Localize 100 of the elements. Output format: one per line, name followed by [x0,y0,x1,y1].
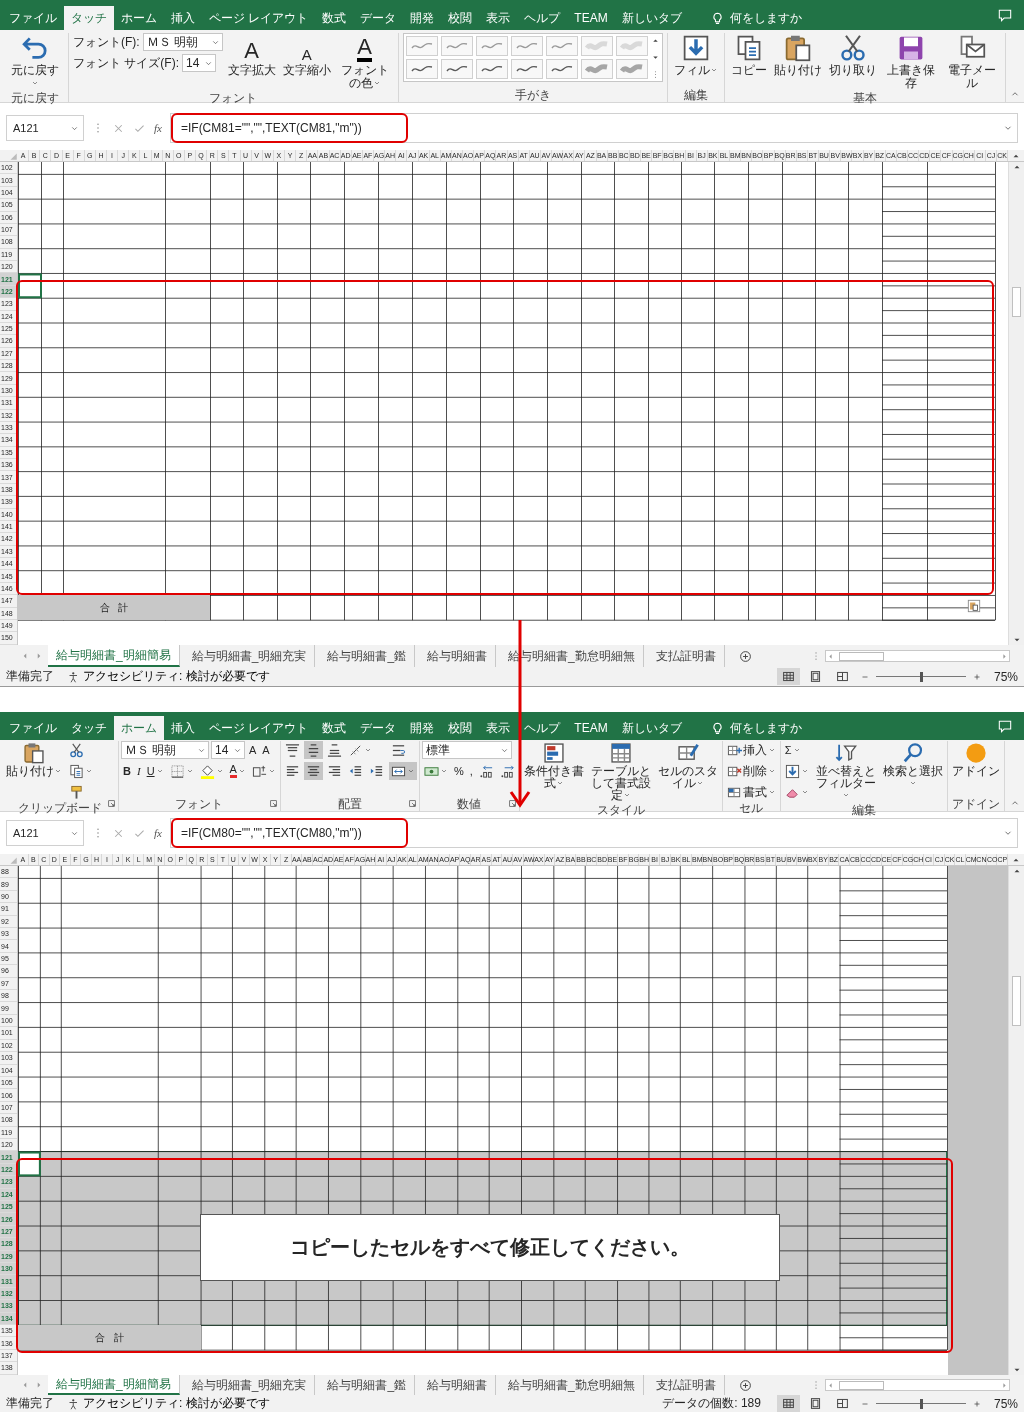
font-color-button[interactable]: A [227,762,248,780]
accessibility-button[interactable]: アクセシビリティ: 検討が必要です [68,668,270,685]
active-cell[interactable] [18,273,42,299]
align-center-button[interactable] [303,762,323,780]
paste-options-icon[interactable] [967,599,981,613]
font-color-button[interactable]: A フォントの色 [335,33,394,92]
dropdown-field[interactable]: ＭＳ 明朝 [142,33,223,51]
dialog-launcher-icon[interactable] [507,799,517,808]
ribbon-tab[interactable]: 開発 [403,6,442,30]
formula-bar[interactable]: =IF(CM81="","",TEXT(CM81,"m")) [169,113,1018,143]
zoom-level[interactable]: 75% [993,1396,1018,1411]
ribbon-tab[interactable]: 数式 [315,6,354,30]
tell-me-button[interactable]: 何をしますか [700,6,812,30]
fill-button[interactable]: フィル [671,33,720,79]
format-as-table-button[interactable]: テーブルとして書式設定 [588,741,653,803]
ribbon-tab[interactable]: データ [353,716,404,740]
cell-styles-button[interactable]: セルのスタイル [655,741,720,791]
ribbon-tab[interactable]: TEAM [567,6,615,30]
scroll-thumb[interactable] [1012,976,1021,1026]
accessibility-button[interactable]: アクセシビリティ: 検討が必要です [68,1395,270,1412]
pen-button[interactable] [615,59,648,79]
active-cell[interactable] [18,1151,41,1177]
ribbon-tab[interactable]: ホーム [114,6,164,30]
pen-button[interactable] [545,36,578,56]
zoom-thumb[interactable] [919,1398,923,1409]
vertical-scrollbar[interactable] [1008,866,1024,1375]
pen-button[interactable] [475,59,508,79]
conditional-format-button[interactable]: 条件付き書式 [521,741,586,791]
add-ins-button[interactable]: アドイン [949,741,1002,779]
undo-button[interactable]: 元に戻す [6,33,64,92]
vertical-scrollbar[interactable] [1008,162,1024,645]
ribbon-tab[interactable]: TEAM [567,716,615,740]
find-select-button[interactable]: 検索と選択 [880,741,945,791]
ribbon-tab[interactable]: ホーム [114,716,164,740]
paste-button[interactable]: 貼り付け [4,741,64,779]
ribbon-tab[interactable]: 校閲 [441,716,480,740]
pen-button[interactable] [405,59,438,79]
underline-button[interactable]: U [144,762,166,780]
pen-button[interactable] [510,36,543,56]
dialog-launcher-icon[interactable] [407,799,417,808]
save-button[interactable]: 上書き保存 [881,33,940,92]
autosum-button[interactable]: Σ [782,741,811,759]
email-button[interactable]: 電子メール [942,33,1001,92]
pen-button[interactable] [405,36,438,56]
merge-button[interactable] [388,762,417,780]
add-sheet-icon[interactable] [738,1378,752,1392]
comma-button[interactable]: , [467,762,475,780]
scroll-thumb[interactable] [1012,287,1021,317]
pen-button[interactable] [510,59,543,79]
tell-me-button[interactable]: 何をしますか [700,716,812,740]
ribbon-tab[interactable]: ヘルプ [517,716,568,740]
decrease-font-button[interactable]: A [260,741,272,759]
bold-button[interactable]: B [121,762,133,780]
pen-button[interactable] [545,59,578,79]
increase-font-button[interactable]: A [247,741,259,759]
horizontal-scrollbar[interactable] [825,1379,1010,1391]
pen-button[interactable] [440,59,473,79]
italic-button[interactable]: I [134,762,143,780]
paste-button[interactable]: 貼り付け [771,33,824,79]
dropdown-field[interactable]: 標準 [421,741,512,759]
cut-button[interactable]: 切り取り [826,33,879,79]
ribbon-tab[interactable]: 校閲 [441,6,480,30]
dropdown-field[interactable]: 14 [182,54,216,72]
scroll-thumb[interactable] [839,1380,884,1390]
ribbon-tab[interactable]: 開発 [403,716,442,740]
dropdown-field[interactable]: ＭＳ 明朝 [121,741,209,759]
ribbon-tab[interactable]: データ [353,6,404,30]
worksheet[interactable]: 合 計 [18,162,1008,645]
add-sheet-icon[interactable] [738,649,752,663]
decrease-font-button[interactable]: A 文字縮小 [280,33,333,79]
scroll-thumb[interactable] [839,651,884,661]
insert-function-button[interactable]: fx [154,122,162,134]
dropdown-field[interactable]: 14 [211,741,245,759]
ribbon-tab[interactable]: 新しいタブ [614,716,689,740]
ribbon-tab[interactable]: ヘルプ [517,6,568,30]
sheet-tab[interactable]: 給与明細書_明細簡易 [48,645,180,667]
ribbon-tab[interactable]: 挿入 [164,6,202,30]
ribbon-tab[interactable]: タッチ [64,6,114,30]
percent-button[interactable]: % [451,762,466,780]
pen-button[interactable] [440,36,473,56]
sort-filter-button[interactable]: 並べ替えとフィルター [813,741,878,803]
zoom-level[interactable]: 75% [993,669,1018,684]
format-button[interactable]: 書式 [724,783,778,801]
comment-icon[interactable] [998,719,1012,733]
ribbon-tab[interactable]: 新しいタブ [614,6,689,30]
ribbon-tab[interactable]: ファイル [2,716,64,740]
sheet-tab[interactable]: 給与明細書_明細簡易 [48,1375,180,1395]
ribbon-tab[interactable]: タッチ [64,716,114,740]
comment-icon[interactable] [998,8,1012,22]
pen-button[interactable] [580,59,613,79]
increase-font-button[interactable]: A 文字拡大 [225,33,278,79]
name-box[interactable]: A121 [6,820,84,846]
copy-button[interactable]: コピー [728,33,769,79]
align-middle-button[interactable] [303,741,323,759]
ribbon-tab[interactable]: 表示 [479,716,518,740]
delete-button[interactable]: 削除 [724,762,778,780]
dialog-launcher-icon[interactable] [107,799,116,808]
ribbon-tab[interactable]: ファイル [2,6,64,30]
insert-button[interactable]: 挿入 [724,741,778,759]
ribbon-tab[interactable]: 数式 [315,716,354,740]
